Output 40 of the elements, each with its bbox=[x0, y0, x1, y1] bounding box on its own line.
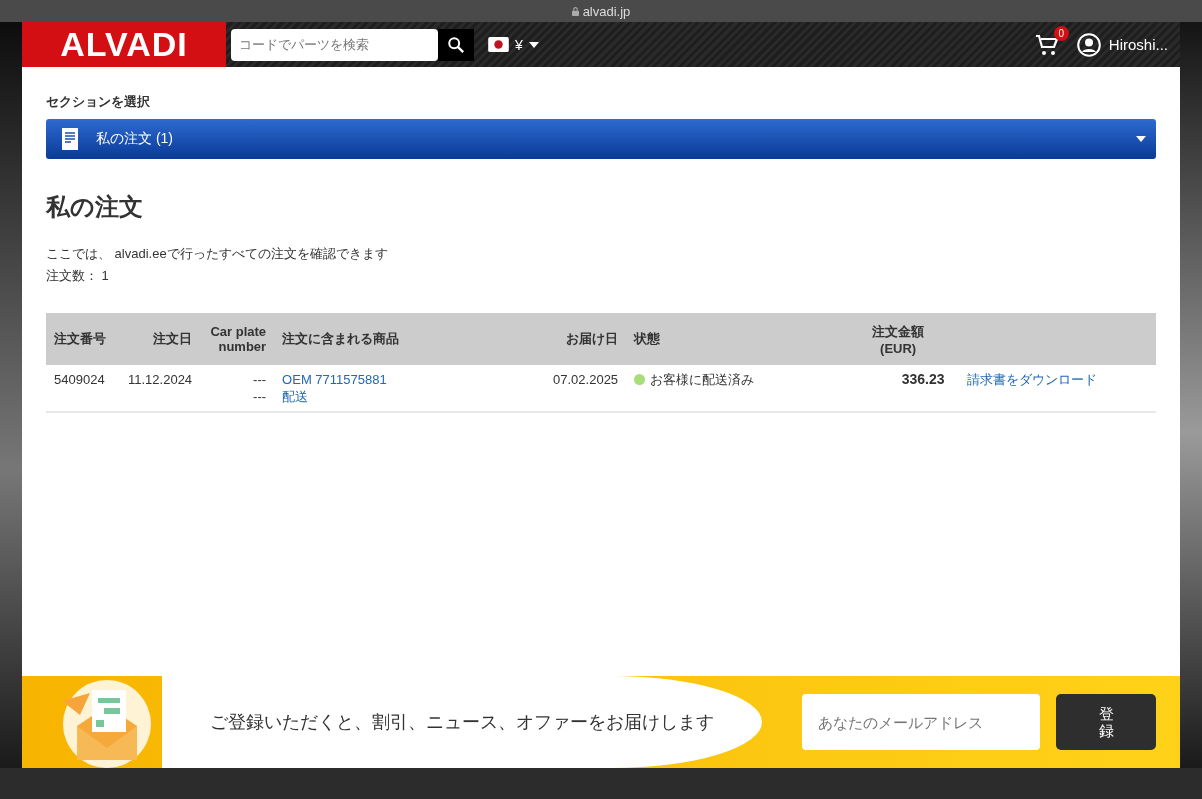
section-dropdown[interactable]: 私の注文 (1) bbox=[46, 119, 1156, 159]
column-header: お届け日 bbox=[566, 331, 619, 346]
user-icon bbox=[1076, 32, 1101, 57]
column-header: 注文金額 (EUR) bbox=[871, 322, 926, 356]
page-title: 私の注文 bbox=[46, 192, 144, 222]
currency-selector[interactable]: ¥ bbox=[488, 36, 539, 53]
logo[interactable]: ALVADI bbox=[22, 22, 226, 67]
plate-text: --- bbox=[252, 388, 267, 405]
column-header: 注文日 bbox=[153, 331, 193, 346]
search-icon bbox=[447, 35, 465, 54]
email-field[interactable]: あなたのメールアドレス bbox=[802, 694, 1040, 750]
table-cell: 5409024 bbox=[54, 372, 105, 387]
column-header: 注文に含まれる商品 bbox=[282, 331, 400, 346]
column-header: 状態 bbox=[634, 331, 661, 346]
column-header: Car plate number bbox=[210, 324, 267, 354]
table-cell: 07.02.2025 bbox=[553, 372, 619, 387]
order-total: 336.23 bbox=[900, 371, 946, 388]
document-icon bbox=[62, 128, 78, 150]
order-count-text: 注文数： 1 bbox=[46, 267, 110, 285]
caret-icon bbox=[528, 41, 539, 48]
column-header: 注文番号 bbox=[54, 331, 106, 346]
flag-icon bbox=[488, 37, 509, 52]
product-link[interactable]: OEM 7711575881 bbox=[282, 371, 387, 388]
status-text: お客様に配送済み bbox=[650, 371, 755, 388]
cart-icon[interactable] bbox=[1034, 32, 1059, 57]
lock-icon bbox=[571, 6, 579, 16]
description-text: ここでは、 alvadi.eeで行ったすべての注文を確認できます bbox=[46, 245, 389, 263]
invoice-link[interactable]: 請求書をダウンロード bbox=[967, 371, 1098, 388]
search-button[interactable] bbox=[438, 28, 474, 61]
plate-text: --- bbox=[252, 371, 267, 388]
shipping-link[interactable]: 配送 bbox=[282, 388, 309, 405]
newsletter-text: ご登録いただくと、割引、ニュース、オファーをお届けします bbox=[210, 712, 715, 732]
search-field[interactable]: コードでパーツを検索 bbox=[231, 28, 438, 61]
url-text[interactable]: alvadi.jp bbox=[582, 3, 631, 19]
account-button[interactable]: Hiroshi... bbox=[1076, 32, 1168, 57]
caret-icon bbox=[1136, 136, 1146, 142]
section-label: セクションを選択 bbox=[46, 93, 151, 111]
subscribe-button[interactable]: 登録 bbox=[1056, 694, 1156, 750]
table-cell: 11.12.2024 bbox=[128, 372, 193, 387]
cart-count-badge: 0 bbox=[1053, 25, 1069, 41]
